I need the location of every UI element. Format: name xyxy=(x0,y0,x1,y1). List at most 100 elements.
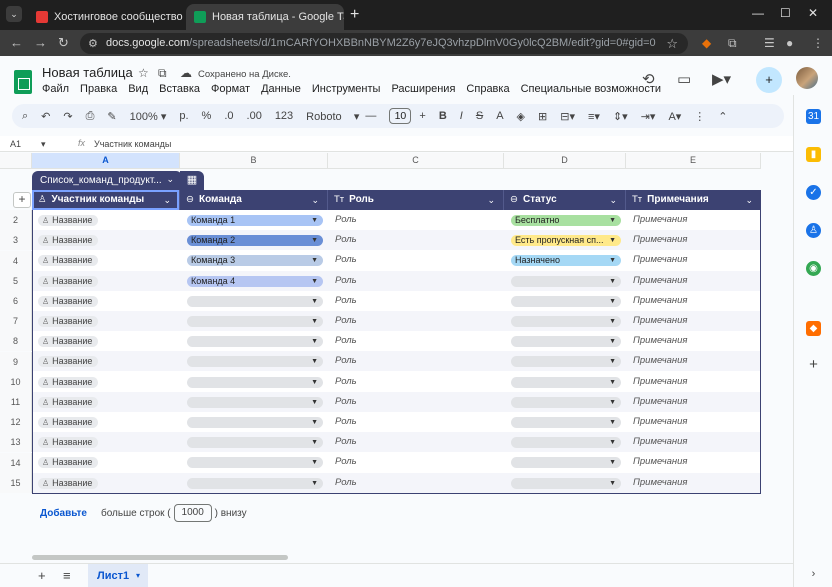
person-chip[interactable]: ♙ Название xyxy=(38,336,99,348)
cell-role[interactable]: Роль xyxy=(329,473,505,493)
decrease-decimal-button[interactable]: .0 xyxy=(224,110,233,122)
text-wrap-icon[interactable]: ⇥▾ xyxy=(641,110,656,123)
cell-team[interactable]: Команда 4 ▼ xyxy=(181,271,329,291)
horizontal-align-icon[interactable]: ≡▾ xyxy=(588,110,600,123)
corner-select-all[interactable] xyxy=(0,153,32,169)
contacts-icon[interactable]: ♙ xyxy=(806,223,821,238)
column-header-e[interactable]: E xyxy=(626,153,761,169)
cell-team[interactable]: ▼ xyxy=(181,452,329,472)
team-dropdown[interactable]: ▼ xyxy=(187,336,323,348)
cell-role[interactable]: Роль xyxy=(329,351,505,371)
cell-team-member[interactable]: ♙ Название xyxy=(33,351,181,371)
get-addons-icon[interactable]: + xyxy=(806,357,821,372)
menu-help[interactable]: Справка xyxy=(466,83,509,95)
font-size-increase-icon[interactable]: + xyxy=(419,110,425,122)
horizontal-scrollbar[interactable] xyxy=(32,555,288,560)
move-folder-icon[interactable]: ⧉ xyxy=(158,66,167,81)
person-chip[interactable]: ♙ Название xyxy=(38,235,99,247)
cell-team[interactable]: ▼ xyxy=(181,311,329,331)
borders-icon[interactable]: ⊞ xyxy=(538,110,547,123)
hide-side-panel-icon[interactable]: › xyxy=(806,567,821,582)
cell-team[interactable]: ▼ xyxy=(181,291,329,311)
formula-input[interactable]: Участник команды xyxy=(94,139,171,149)
row-header[interactable]: 14 xyxy=(0,452,32,473)
cell-role[interactable]: Роль xyxy=(329,210,505,230)
number-format-button[interactable]: 123 xyxy=(275,110,293,122)
cell-role[interactable]: Роль xyxy=(329,452,505,472)
cell-status[interactable]: ▼ xyxy=(505,452,627,472)
cell-team-member[interactable]: ♙ Название xyxy=(33,473,181,493)
status-dropdown[interactable]: ▼ xyxy=(511,295,621,307)
cell-team-member[interactable]: ♙ Название xyxy=(33,452,181,472)
row-header[interactable]: 8 xyxy=(0,331,32,352)
url-omnibox[interactable]: ⚙ docs.google.com/spreadsheets/d/1mCARfY… xyxy=(80,33,688,54)
person-chip[interactable]: ♙ Название xyxy=(38,275,99,287)
status-dropdown[interactable]: ▼ xyxy=(511,275,621,287)
team-dropdown[interactable]: ▼ xyxy=(187,376,323,388)
cell-team[interactable]: Команда 2 ▼ xyxy=(181,230,329,250)
cell-team[interactable]: Команда 1 ▼ xyxy=(181,210,329,230)
status-dropdown[interactable]: Назначено ▼ xyxy=(511,255,621,267)
cell-role[interactable]: Роль xyxy=(329,432,505,452)
meet-video-icon[interactable]: ▶▾ xyxy=(712,70,731,88)
undo-icon[interactable]: ↶ xyxy=(41,110,50,123)
cell-team-member[interactable]: ♙ Название xyxy=(33,432,181,452)
browser-tab-1[interactable]: Хостинговое сообщество «Tim ✕ xyxy=(28,4,184,30)
cell-role[interactable]: Роль xyxy=(329,331,505,351)
cell-team[interactable]: ▼ xyxy=(181,372,329,392)
status-dropdown[interactable]: ▼ xyxy=(511,437,621,449)
star-icon[interactable]: ☆ xyxy=(138,66,149,80)
status-dropdown[interactable]: ▼ xyxy=(511,336,621,348)
strikethrough-icon[interactable]: S xyxy=(476,110,483,122)
cell-role[interactable]: Роль xyxy=(329,250,505,270)
search-menus-icon[interactable]: ⌕ xyxy=(22,110,28,123)
sheet-tab-1[interactable]: Лист1 ▾ xyxy=(88,564,148,587)
font-size-input[interactable]: 10 xyxy=(389,108,412,124)
menu-edit[interactable]: Правка xyxy=(80,83,117,95)
cell-notes[interactable]: Примечания xyxy=(627,271,762,291)
menu-insert[interactable]: Вставка xyxy=(159,83,200,95)
cell-reference[interactable]: A1 ▾ xyxy=(10,139,46,150)
table-name-chip[interactable]: Список_команд_продукт... ⌄ xyxy=(32,171,182,190)
menu-tools[interactable]: Инструменты xyxy=(312,83,381,95)
column-header-d[interactable]: D xyxy=(504,153,626,169)
profile-icon[interactable]: ● xyxy=(786,36,793,50)
collapse-toolbar-icon[interactable]: ⌃ xyxy=(718,110,727,123)
row-header[interactable]: 10 xyxy=(0,371,32,392)
text-color-button[interactable]: A xyxy=(496,110,503,122)
status-dropdown[interactable]: ▼ xyxy=(511,316,621,327)
cell-notes[interactable]: Примечания xyxy=(627,473,762,493)
person-chip[interactable]: ♙ Название xyxy=(38,437,99,449)
chevron-down-icon[interactable]: ⌄ xyxy=(163,190,171,210)
chevron-down-icon[interactable]: ⌄ xyxy=(311,190,319,210)
cell-team[interactable]: ▼ xyxy=(181,432,329,452)
row-header[interactable]: 13 xyxy=(0,432,32,453)
cell-role[interactable]: Роль xyxy=(329,230,505,250)
cell-team-member[interactable]: ♙ Название xyxy=(33,291,181,311)
cell-role[interactable]: Роль xyxy=(329,291,505,311)
cell-role[interactable]: Роль xyxy=(329,271,505,291)
row-header[interactable]: 2 xyxy=(0,210,32,231)
team-dropdown[interactable]: Команда 3 ▼ xyxy=(187,255,323,267)
text-rotation-icon[interactable]: A▾ xyxy=(668,110,681,123)
chevron-down-icon[interactable]: ⌄ xyxy=(487,190,495,210)
person-chip[interactable]: ♙ Название xyxy=(38,295,99,307)
cell-notes[interactable]: Примечания xyxy=(627,331,762,351)
row-header[interactable]: 9 xyxy=(0,351,32,372)
doc-title[interactable]: Новая таблица xyxy=(42,65,133,80)
version-history-icon[interactable]: ⟲ xyxy=(642,70,655,88)
cell-notes[interactable]: Примечания xyxy=(627,210,762,230)
team-dropdown[interactable]: ▼ xyxy=(187,417,323,428)
person-chip[interactable]: ♙ Название xyxy=(38,376,99,388)
header-notes[interactable]: Tт Примечания ⌄ xyxy=(626,190,761,210)
cell-role[interactable]: Роль xyxy=(329,372,505,392)
person-chip[interactable]: ♙ Название xyxy=(38,396,99,408)
tasks-icon[interactable]: ✓ xyxy=(806,185,821,200)
chevron-down-icon[interactable]: ⌄ xyxy=(609,190,617,210)
extensions-puzzle-icon[interactable]: ⧉ xyxy=(728,36,737,51)
status-dropdown[interactable]: ▼ xyxy=(511,457,621,469)
person-chip[interactable]: ♙ Название xyxy=(38,356,99,368)
column-header-c[interactable]: C xyxy=(328,153,504,169)
row-header[interactable]: 5 xyxy=(0,270,32,291)
bookmark-star-icon[interactable]: ☆ xyxy=(666,36,678,52)
